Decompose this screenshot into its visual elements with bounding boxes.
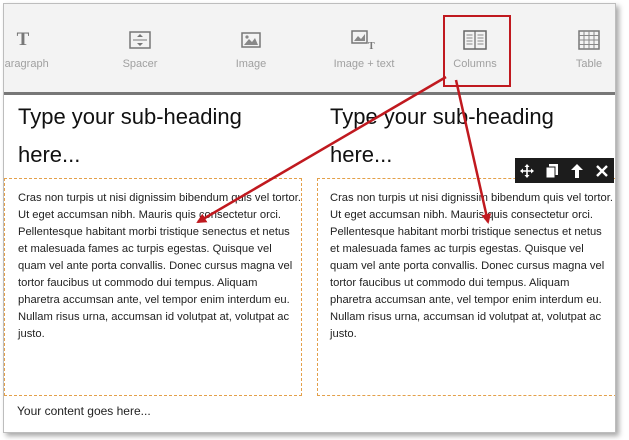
paragraph-label: Paragraph (4, 58, 49, 70)
svg-text:T: T (368, 41, 375, 50)
copy-icon[interactable] (542, 161, 562, 181)
close-icon[interactable] (592, 161, 612, 181)
editor-window: T Paragraph Spacer Image (3, 3, 616, 433)
paragraph-block-button[interactable]: T Paragraph (4, 26, 56, 78)
table-icon (578, 30, 600, 50)
spacer-icon (129, 31, 151, 49)
columns-highlight-box (443, 15, 511, 87)
column-left[interactable]: Type your sub-heading here... Cras non t… (4, 98, 303, 396)
image-block-button[interactable]: Image (218, 26, 284, 78)
column-left-body[interactable]: Cras non turpis ut nisi dignissim bibend… (18, 190, 302, 343)
table-label: Table (575, 58, 603, 70)
column-right-body[interactable]: Cras non turpis ut nisi dignissim bibend… (330, 190, 614, 343)
move-icon[interactable] (517, 161, 537, 181)
move-up-icon[interactable] (567, 161, 587, 181)
image-text-label: Image + text (333, 58, 395, 70)
block-toolbar: T Paragraph Spacer Image (4, 4, 615, 95)
spacer-block-button[interactable]: Spacer (107, 26, 173, 78)
image-icon (241, 32, 261, 48)
spacer-label: Spacer (122, 58, 158, 70)
paragraph-icon: T (16, 29, 30, 50)
column-left-heading[interactable]: Type your sub-heading here... (17, 98, 303, 178)
block-hover-toolbar (515, 158, 614, 183)
table-block-button[interactable]: Table (556, 26, 615, 78)
image-text-block-button[interactable]: T Image + text (324, 26, 404, 78)
content-placeholder[interactable]: Your content goes here... (17, 404, 151, 418)
image-text-icon: T (351, 30, 375, 50)
image-label: Image (235, 58, 267, 70)
